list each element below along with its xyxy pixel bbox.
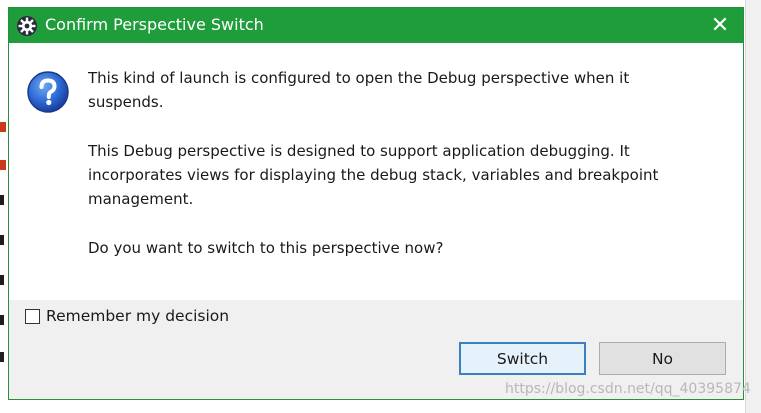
dialog-title: Confirm Perspective Switch xyxy=(45,15,264,34)
background-marker xyxy=(0,122,6,132)
message-line: incorporates views for displaying the de… xyxy=(88,166,659,184)
background-marker xyxy=(0,235,4,245)
background-marker xyxy=(0,160,6,170)
confirm-perspective-switch-dialog: Confirm Perspective Switch ✕ This kind o… xyxy=(8,7,744,400)
question-icon xyxy=(26,70,70,114)
watermark-text: https://blog.csdn.net/qq_40395874 xyxy=(505,381,751,397)
message-line: This kind of launch is configured to ope… xyxy=(88,69,630,87)
close-icon: ✕ xyxy=(710,13,730,38)
message-line: management. xyxy=(88,190,194,208)
message-paragraph-2: This Debug perspective is designed to su… xyxy=(88,139,728,211)
background-scrollbar xyxy=(745,0,761,413)
title-bar[interactable]: Confirm Perspective Switch ✕ xyxy=(9,8,743,43)
gear-icon xyxy=(16,15,38,37)
background-marker xyxy=(0,275,4,285)
background-marker xyxy=(0,352,4,362)
message-line: Do you want to switch to this perspectiv… xyxy=(88,239,444,257)
close-button[interactable]: ✕ xyxy=(697,8,743,43)
message-line: This Debug perspective is designed to su… xyxy=(88,142,630,160)
message-paragraph-1: This kind of launch is configured to ope… xyxy=(88,66,728,114)
remember-decision-label: Remember my decision xyxy=(46,307,230,325)
message-line: suspends. xyxy=(88,93,164,111)
no-button[interactable]: No xyxy=(599,342,726,375)
background-marker xyxy=(0,195,4,205)
remember-decision-checkbox-row[interactable]: Remember my decision xyxy=(25,307,229,325)
switch-button[interactable]: Switch xyxy=(459,342,586,375)
remember-decision-checkbox[interactable] xyxy=(25,308,40,324)
message-paragraph-3: Do you want to switch to this perspectiv… xyxy=(88,236,728,260)
background-marker xyxy=(0,315,4,325)
message-area: This kind of launch is configured to ope… xyxy=(9,43,743,300)
